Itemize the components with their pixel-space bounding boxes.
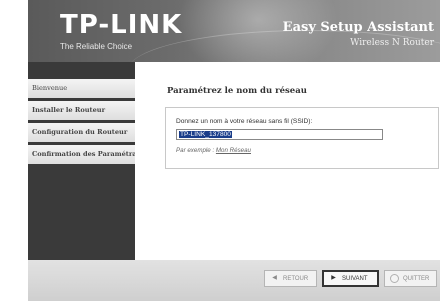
sidebar: Bienvenue Installer le Routeur Configura…: [28, 62, 135, 260]
sidebar-item-configuration[interactable]: Configuration du Routeur: [28, 123, 135, 142]
back-button[interactable]: ◀ RETOUR: [264, 270, 317, 287]
sidebar-item-confirmation[interactable]: Confirmation des Paramétrages: [28, 145, 135, 164]
page-title: Paramétrez le nom du réseau: [167, 86, 307, 96]
example-link[interactable]: Mon Réseau: [216, 147, 251, 154]
next-button[interactable]: ▶ SUIVANT: [322, 270, 379, 287]
header-banner: TP-LINK The Reliable Choice Easy Setup A…: [28, 0, 440, 62]
example-prefix: Par exemple :: [176, 147, 216, 154]
back-button-label: RETOUR: [283, 275, 309, 282]
brand-tagline: The Reliable Choice: [60, 42, 133, 51]
sidebar-spacer: [28, 62, 135, 79]
ssid-label: Donnez un nom à votre réseau sans fil (S…: [176, 118, 313, 125]
circle-icon: [390, 274, 399, 283]
triangle-left-icon: ◀: [272, 275, 277, 281]
triangle-right-icon: ▶: [331, 275, 336, 281]
sidebar-item-bienvenue[interactable]: Bienvenue: [28, 79, 135, 98]
next-button-label: SUIVANT: [342, 275, 368, 282]
footer-bar: ◀ RETOUR ▶ SUIVANT QUITTER: [28, 260, 440, 301]
sidebar-item-installer[interactable]: Installer le Routeur: [28, 101, 135, 120]
assistant-title: Easy Setup Assistant: [282, 20, 434, 35]
example-hint: Par exemple : Mon Réseau: [176, 147, 251, 154]
assistant-subtitle: Wireless N Router: [350, 38, 434, 48]
ssid-panel: Donnez un nom à votre réseau sans fil (S…: [165, 107, 439, 169]
setup-assistant-window: TP-LINK The Reliable Choice Easy Setup A…: [28, 0, 440, 301]
main-content: Paramétrez le nom du réseau Donnez un no…: [135, 62, 440, 260]
ssid-input[interactable]: TP-LINK_137800: [176, 129, 383, 140]
quit-button[interactable]: QUITTER: [384, 270, 437, 287]
ssid-value: TP-LINK_137800: [179, 131, 232, 138]
quit-button-label: QUITTER: [403, 275, 430, 282]
brand-logo: TP-LINK: [60, 10, 183, 40]
